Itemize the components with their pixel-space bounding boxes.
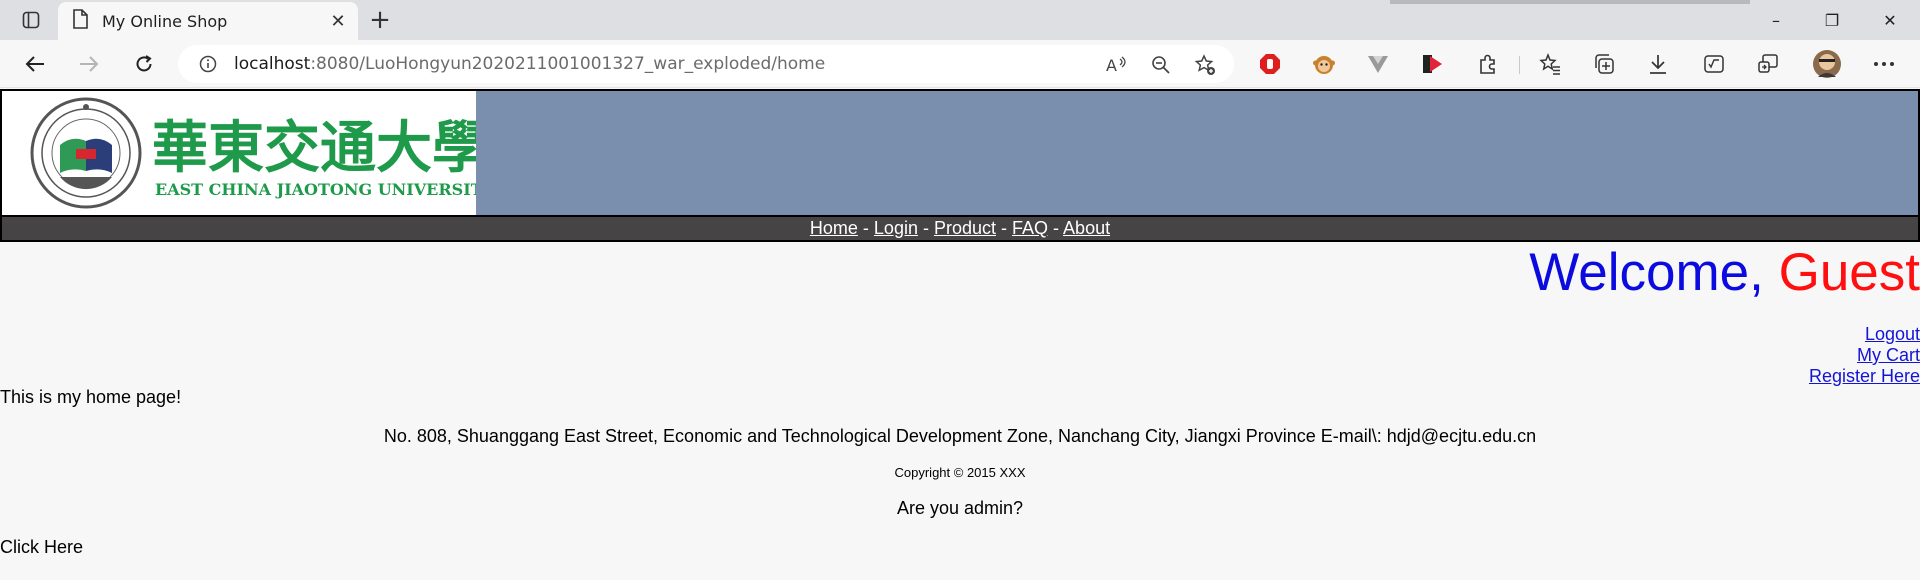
profile-avatar[interactable] (1812, 49, 1842, 79)
browser-toolbar: localhost:8080/LuoHongyun202021100100132… (0, 40, 1920, 88)
tab-actions-icon[interactable] (14, 6, 48, 34)
zoom-out-icon[interactable] (1150, 54, 1172, 76)
user-links: Logout My Cart Register Here (1809, 324, 1920, 387)
site-nav: Home - Login - Product - FAQ - About (0, 217, 1920, 242)
restore-button[interactable]: ❐ (1804, 0, 1860, 40)
home-page-text: This is my home page! (0, 387, 182, 407)
logo-chinese-name: 華東交通大學 (152, 115, 476, 181)
url-host: localhost (234, 54, 311, 74)
my-cart-link[interactable]: My Cart (1809, 345, 1920, 366)
footer-copyright: Copyright © 2015 XXX (894, 465, 1026, 480)
logout-link[interactable]: Logout (1809, 324, 1920, 345)
site-info-icon[interactable] (198, 54, 218, 74)
click-here-text[interactable]: Click Here (0, 537, 83, 558)
footer-address: No. 808, Shuanggang East Street, Economi… (383, 426, 1537, 446)
svg-text:A: A (1106, 56, 1117, 74)
tab-my-online-shop[interactable]: My Online Shop ✕ (58, 2, 358, 40)
welcome-prefix: Welcome, (1529, 243, 1779, 302)
media-extension-icon[interactable] (1420, 52, 1444, 76)
page-icon (72, 8, 88, 34)
register-link[interactable]: Register Here (1809, 366, 1920, 387)
more-menu-icon[interactable] (1872, 52, 1896, 76)
site-header-banner: 華東交通大學 EAST CHINA JIAOTONG UNIVERSITY (0, 89, 1920, 217)
vue-devtools-icon[interactable] (1366, 52, 1390, 76)
collections-icon[interactable] (1592, 52, 1616, 76)
read-aloud-icon[interactable]: A (1106, 54, 1128, 76)
extensions-puzzle-icon[interactable] (1476, 52, 1500, 76)
downloads-icon[interactable] (1646, 52, 1670, 76)
nav-login[interactable]: Login (874, 218, 918, 238)
welcome-heading: Welcome, Guest (1529, 243, 1920, 303)
tab-title: My Online Shop (102, 11, 228, 31)
nav-home[interactable]: Home (810, 218, 858, 238)
monkey-extension-icon[interactable] (1312, 52, 1336, 76)
university-logo-graphic: 華東交通大學 EAST CHINA JIAOTONG UNIVERSITY (30, 97, 495, 209)
nav-faq[interactable]: FAQ (1012, 218, 1048, 238)
adblock-extension-icon[interactable] (1258, 52, 1282, 76)
screenshot-share-icon[interactable] (1756, 52, 1780, 76)
close-window-button[interactable]: ✕ (1862, 0, 1918, 40)
close-tab-icon[interactable]: ✕ (328, 11, 348, 31)
back-button[interactable] (18, 48, 52, 80)
browser-tab-strip: My Online Shop ✕ + – ❐ ✕ (0, 0, 1920, 40)
university-logo: 華東交通大學 EAST CHINA JIAOTONG UNIVERSITY (2, 91, 495, 215)
nav-separator: - (857, 218, 874, 238)
admin-question: Are you admin? (896, 498, 1024, 518)
toolbar-separator (1519, 56, 1520, 74)
forward-button[interactable] (72, 48, 106, 80)
welcome-username: Guest (1778, 243, 1920, 302)
logo-english-name: EAST CHINA JIAOTONG UNIVERSITY (155, 180, 476, 199)
minimize-button[interactable]: – (1748, 0, 1804, 40)
new-tab-button[interactable]: + (364, 5, 396, 35)
nav-product[interactable]: Product (934, 218, 996, 238)
nav-about[interactable]: About (1063, 218, 1110, 238)
window-shadow (1390, 0, 1750, 4)
url-path: :8080/LuoHongyun2020211001001327_war_exp… (310, 54, 826, 74)
favorites-icon[interactable] (1538, 52, 1562, 76)
nav-separator: - (917, 218, 934, 238)
nav-separator: - (1048, 218, 1064, 238)
math-solver-icon[interactable] (1702, 52, 1726, 76)
address-bar[interactable]: localhost:8080/LuoHongyun202021100100132… (178, 45, 1234, 83)
reload-button[interactable] (127, 48, 161, 80)
add-favorite-icon[interactable] (1194, 54, 1216, 76)
nav-separator: - (996, 218, 1013, 238)
